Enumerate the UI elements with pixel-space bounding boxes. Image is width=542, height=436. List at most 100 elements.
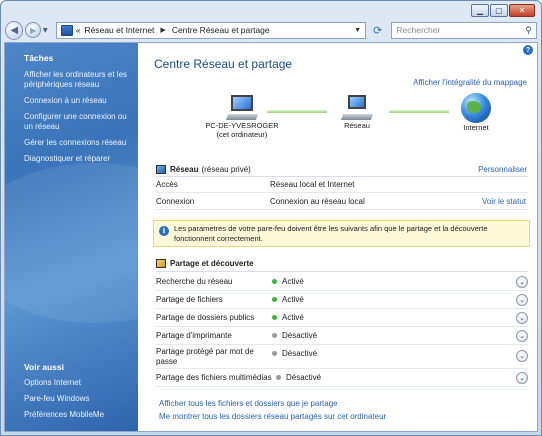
connection-value: Connexion au réseau local [270, 197, 365, 206]
expand-chevron-icon[interactable]: ⌄ [516, 294, 528, 306]
computer-subtitle: (cet ordinateur) [216, 130, 268, 139]
sharing-status: Activé [272, 295, 304, 304]
see-also-windows-firewall[interactable]: Pare-feu Windows [24, 394, 132, 404]
breadcrumb-separator-icon[interactable]: ▶ [160, 26, 165, 34]
sharing-status: Désactivé [276, 373, 321, 382]
breadcrumb-network-internet[interactable]: Réseau et Internet [84, 25, 154, 35]
sharing-icon [156, 259, 166, 268]
forward-button[interactable]: ▶ [25, 22, 42, 38]
search-input[interactable]: Rechercher ⚲ [391, 21, 538, 39]
task-view-computers[interactable]: Afficher les ordinateurs et les périphér… [24, 70, 132, 90]
sharing-row-file-sharing[interactable]: Partage de fichiers Activé ⌄ [156, 291, 528, 309]
sharing-status: Activé [272, 313, 304, 322]
status-dot-icon [272, 297, 277, 302]
see-also-internet-options[interactable]: Options Internet [24, 378, 132, 388]
sharing-label: Partage de fichiers [156, 295, 223, 304]
info-icon: i [159, 226, 169, 236]
map-node-network[interactable]: Réseau [332, 95, 382, 130]
breadcrumb-network-center[interactable]: Centre Réseau et partage [172, 25, 270, 35]
network-icon [156, 165, 166, 174]
access-label: Accès [156, 180, 178, 189]
expand-chevron-icon[interactable]: ⌄ [516, 330, 528, 342]
sharing-status: Désactivé [272, 331, 317, 340]
expand-chevron-icon[interactable]: ⌄ [516, 372, 528, 384]
see-also-mobileme-preferences[interactable]: Préférences MobileMe [24, 410, 132, 420]
page-title: Centre Réseau et partage [154, 57, 293, 71]
status-dot-icon [276, 375, 281, 380]
refresh-button[interactable]: ⟳ [368, 22, 387, 39]
task-connect-network[interactable]: Connexion à un réseau [24, 96, 132, 106]
window-controls: ▁ ▢ ✕ [471, 4, 535, 17]
see-also-heading: Voir aussi [24, 362, 64, 372]
task-diagnose-repair[interactable]: Diagnostiquer et réparer [24, 154, 132, 164]
computer-icon [225, 95, 259, 121]
address-bar[interactable]: « Réseau et Internet ▶ Centre Réseau et … [55, 21, 367, 39]
tasks-heading: Tâches [24, 53, 54, 63]
divider [156, 271, 528, 272]
map-node-internet[interactable]: Internet [451, 93, 501, 132]
sharing-row-network-discovery[interactable]: Recherche du réseau Activé ⌄ [156, 273, 528, 291]
status-dot-icon [272, 351, 277, 356]
refresh-icon: ⟳ [373, 23, 383, 37]
computer-name: PC-DE-YVESROGER [205, 121, 279, 130]
full-map-link[interactable]: Afficher l'intégralité du mappage [413, 78, 527, 87]
network-icon [340, 95, 374, 121]
maximize-button[interactable]: ▢ [490, 4, 508, 17]
map-node-computer[interactable]: PC-DE-YVESROGER (cet ordinateur) [197, 95, 287, 139]
main-pane: ? Centre Réseau et partage Afficher l'in… [139, 43, 537, 431]
network-section-header: Réseau (réseau privé) [156, 165, 251, 174]
back-button[interactable]: ◀ [5, 20, 24, 40]
customize-link[interactable]: Personnaliser [478, 165, 527, 174]
connection-label: Connexion [156, 197, 195, 206]
sharing-row-public-folders[interactable]: Partage de dossiers publics Activé ⌄ [156, 309, 528, 327]
help-icon[interactable]: ? [523, 45, 533, 55]
breadcrumb-overflow[interactable]: « [76, 25, 81, 35]
address-dropdown-icon[interactable]: ▼ [354, 27, 361, 34]
sharing-row-printer[interactable]: Partage d'imprimante Désactivé ⌄ [156, 327, 528, 345]
search-icon[interactable]: ⚲ [525, 25, 532, 36]
forward-arrow-icon: ▶ [30, 25, 37, 35]
view-status-link[interactable]: Voir le statut [482, 197, 526, 206]
task-setup-connection[interactable]: Configurer une connexion ou un réseau [24, 112, 132, 132]
sharing-label: Partage d'imprimante [156, 331, 232, 340]
map-link-network-internet [389, 110, 449, 113]
sharing-row-media[interactable]: Partage des fichiers multimédias Désacti… [156, 369, 528, 387]
sharing-label: Partage protégé par mot de passe [156, 347, 254, 366]
sharing-status: Désactivé [272, 349, 317, 358]
search-placeholder: Rechercher [396, 25, 441, 35]
access-value: Réseau local et Internet [270, 180, 355, 189]
minimize-button[interactable]: ▁ [471, 4, 489, 17]
content-area: Tâches Afficher les ordinateurs et les p… [4, 42, 538, 432]
network-name: Réseau [170, 165, 199, 174]
firewall-info-banner[interactable]: i Les parametres de votre pare-feu doive… [153, 220, 530, 247]
window: ▁ ▢ ✕ ◀ ▶ ▼ « Réseau et Internet ▶ Centr… [0, 0, 542, 436]
show-shared-files-link[interactable]: Afficher tous les fichiers et dossiers q… [159, 399, 338, 408]
sharing-label: Recherche du réseau [156, 277, 233, 286]
task-manage-connections[interactable]: Gérer les connexions réseau [24, 138, 132, 148]
recent-pages-dropdown[interactable]: ▼ [43, 27, 52, 34]
network-folder-icon [60, 24, 73, 36]
network-row-access: Accès Réseau local et Internet [156, 177, 528, 193]
status-dot-icon [272, 279, 277, 284]
status-dot-icon [272, 315, 277, 320]
back-arrow-icon: ◀ [10, 24, 19, 36]
map-link-pc-network [267, 110, 327, 113]
firewall-info-text: Les parametres de votre pare-feu doivent… [174, 224, 488, 243]
status-dot-icon [272, 333, 277, 338]
sharing-label: Partage des fichiers multimédias [156, 373, 272, 382]
internet-label: Internet [463, 123, 489, 132]
expand-chevron-icon[interactable]: ⌄ [516, 276, 528, 288]
expand-chevron-icon[interactable]: ⌄ [516, 350, 528, 362]
sharing-row-password-protected[interactable]: Partage protégé par mot de passe Désacti… [156, 345, 528, 369]
navigation-bar: ◀ ▶ ▼ « Réseau et Internet ▶ Centre Rése… [5, 20, 538, 40]
sharing-section-header: Partage et découverte [156, 259, 257, 268]
network-row-connection: Connexion Connexion au réseau local Voir… [156, 194, 528, 210]
show-shared-folders-link[interactable]: Me montrer tous les dossiers réseau part… [159, 412, 386, 421]
network-label: Réseau [344, 121, 370, 130]
expand-chevron-icon[interactable]: ⌄ [516, 312, 528, 324]
sharing-label: Partage de dossiers publics [156, 313, 255, 322]
sharing-status: Activé [272, 277, 304, 286]
network-type: (réseau privé) [201, 165, 251, 174]
close-button[interactable]: ✕ [509, 4, 535, 17]
sharing-title: Partage et découverte [170, 259, 254, 268]
